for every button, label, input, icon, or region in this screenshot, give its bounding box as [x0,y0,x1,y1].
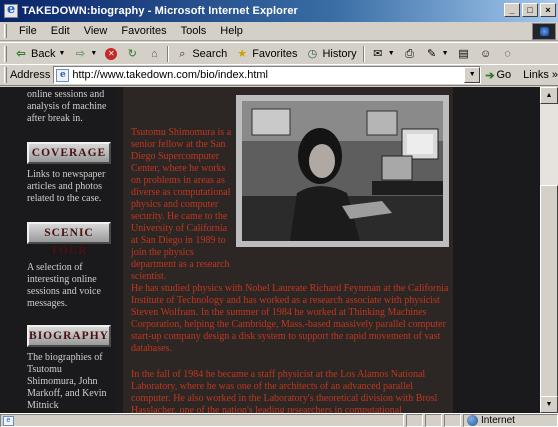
history-icon: ◷ [307,47,318,60]
address-bar: Address e http://www.takedown.com/bio/in… [0,64,558,86]
history-button[interactable]: ◷ History [301,44,360,64]
windows-logo-icon [532,23,556,40]
status-progress-cell [406,414,423,427]
back-arrow-icon: ⇦ [16,47,26,60]
portrait-illustration [242,101,443,241]
edit-page-icon: ✎ [427,47,437,60]
coverage-button[interactable]: COVERAGE [27,142,111,164]
scroll-up-icon[interactable]: ▲ [540,87,558,104]
toolbar-separator [167,45,170,62]
portrait-photo [236,95,449,247]
radio-icon: ◌ [504,47,511,60]
window-title: TAKEDOWN:biography - Microsoft Internet … [22,5,298,17]
internet-globe-icon [467,415,478,426]
minimize-button[interactable]: _ [504,3,520,17]
bio-paragraph-2: He has studied physics with Nobel Laurea… [131,283,449,354]
menu-tools[interactable]: Tools [174,25,214,37]
security-zone[interactable]: Internet [463,414,558,427]
address-input[interactable]: e http://www.takedown.com/bio/index.html… [53,66,482,84]
status-bar: e Internet [0,413,558,427]
bio-paragraph-1: Tsutomu Shimomura is a senior fellow at … [131,127,232,282]
search-label: Search [192,47,228,60]
forward-button[interactable]: ⇨ ▼ [69,44,101,64]
status-offline-cell [444,414,461,427]
address-url[interactable]: http://www.takedown.com/bio/index.html [72,69,268,81]
address-label: Address [9,69,51,81]
messenger-icon: ☺ [479,47,492,60]
search-button[interactable]: ⌕ Search [171,44,231,64]
toolbar-separator [362,45,365,62]
go-button[interactable]: ➔ Go [485,69,511,82]
main-content: Tsutomu Shimomura is a senior fellow at … [123,87,453,413]
menu-bar: File Edit View Favorites Tools Help [0,22,558,41]
menu-view[interactable]: View [77,25,115,37]
biography-button[interactable]: BIOGRAPHY [27,325,111,347]
back-label: Back [31,47,56,60]
portrait-image [242,101,443,241]
back-dropdown-icon[interactable]: ▼ [58,50,65,57]
favorites-label: Favorites [252,47,298,60]
home-icon: ⌂ [151,47,158,60]
ie-icon[interactable] [4,2,18,18]
maximize-button[interactable]: □ [522,3,538,17]
vertical-scrollbar[interactable]: ▲ ▼ [540,87,558,413]
address-grip[interactable] [4,67,7,83]
mail-icon: ✉ [373,47,383,60]
close-button[interactable]: × [540,3,556,17]
forward-dropdown-icon[interactable]: ▼ [90,50,97,57]
menu-grip[interactable] [4,24,7,38]
scenic-tour-description: A selection of interesting online sessio… [27,262,101,309]
biography-description: The biographies of Tsutomu Shimomura, Jo… [27,352,107,411]
standard-toolbar: ⇦ Back ▼ ⇨ ▼ ✕ ↻ ⌂ ⌕ Search ★ Favorites … [0,42,558,64]
coverage-description: Links to newspaper articles and photos r… [27,169,106,204]
back-button[interactable]: ⇦ Back ▼ [10,44,69,64]
scroll-down-icon[interactable]: ▼ [540,396,558,413]
mail-button[interactable]: ✉ ▼ [367,44,399,64]
right-margin [453,87,540,413]
scenic-tour-button[interactable]: SCENIC TOUR [27,222,111,257]
menu-file[interactable]: File [12,25,44,37]
site-sidebar: online sessions and analysis of machine … [0,87,116,413]
refresh-button[interactable]: ↻ [121,44,143,64]
window-controls: _ □ × [504,3,556,17]
favorites-folder-icon: ★ [237,47,248,60]
page-icon: e [56,68,70,82]
history-label: History [322,47,357,60]
bio-paragraph-3: In the fall of 1984 he became a staff ph… [131,369,438,413]
page-viewport: online sessions and analysis of machine … [0,87,540,413]
menu-edit[interactable]: Edit [44,25,77,37]
status-lock-cell [425,414,442,427]
radio-button[interactable]: ◌ [497,44,519,64]
edit-dropdown-icon[interactable]: ▼ [442,50,449,57]
address-dropdown-icon[interactable]: ▼ [464,67,481,83]
print-icon: ⎙ [405,47,415,60]
edit-button[interactable]: ✎ ▼ [421,44,453,64]
mail-dropdown-icon[interactable]: ▼ [388,50,395,57]
favorites-button[interactable]: ★ Favorites [231,44,301,64]
refresh-icon: ↻ [127,47,137,60]
title-bar: TAKEDOWN:biography - Microsoft Internet … [0,0,558,22]
search-icon: ⌕ [179,47,186,60]
zone-label: Internet [481,415,515,426]
menu-favorites[interactable]: Favorites [114,25,173,37]
sidebar-top-text: online sessions and analysis of machine … [27,89,107,124]
go-arrow-icon: ➔ [485,69,495,82]
status-message: e [0,414,404,427]
discuss-button[interactable]: ▤ [453,44,475,64]
scroll-thumb[interactable] [540,185,558,407]
home-button[interactable]: ⌂ [143,44,165,64]
go-label: Go [496,69,512,81]
discuss-icon: ▤ [458,47,469,60]
stop-button[interactable]: ✕ [101,44,121,64]
print-button[interactable]: ⎙ [399,44,421,64]
status-page-icon: e [3,415,14,426]
messenger-button[interactable]: ☺ [475,44,497,64]
toolbar-grip[interactable] [4,45,7,62]
links-button[interactable]: Links » [523,69,558,81]
forward-arrow-icon: ⇨ [75,47,86,60]
stop-icon: ✕ [105,47,118,60]
menu-help[interactable]: Help [213,25,250,37]
